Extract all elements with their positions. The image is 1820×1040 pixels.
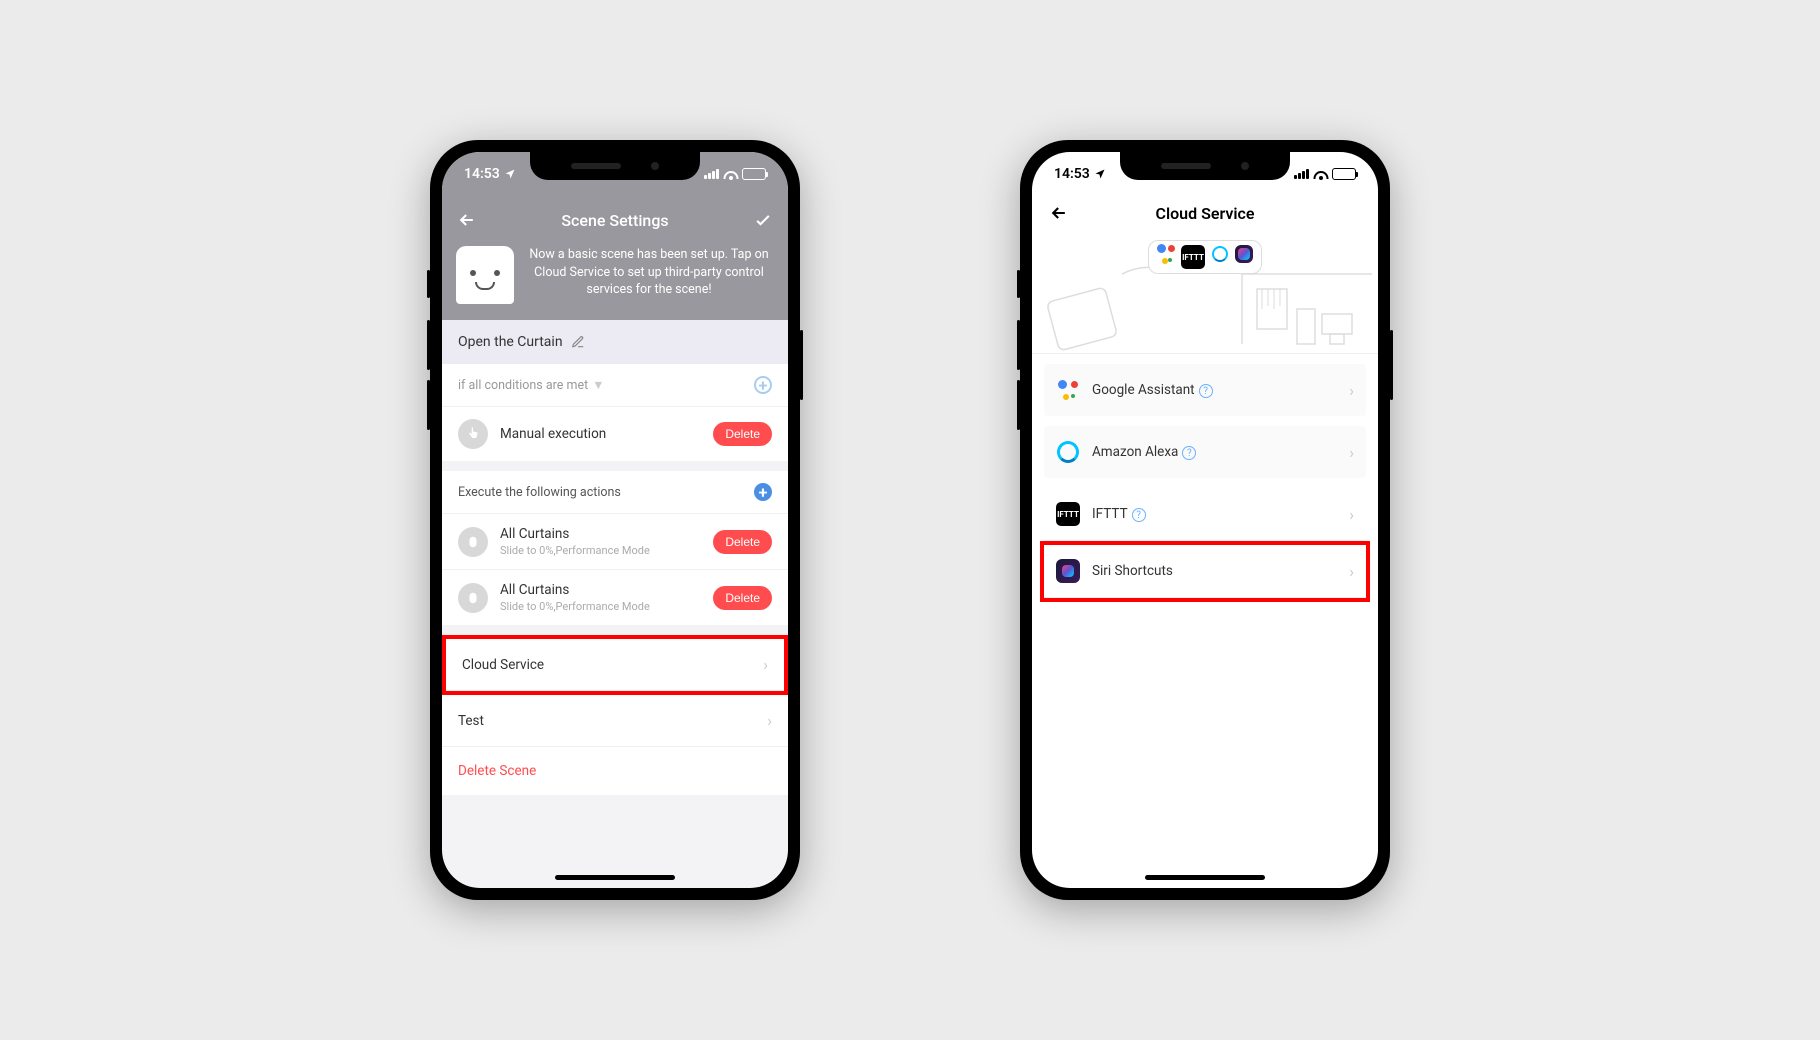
info-icon[interactable]: ? <box>1199 384 1213 398</box>
manual-execution-label: Manual execution <box>500 426 701 442</box>
service-label: Siri Shortcuts <box>1092 563 1173 579</box>
delete-scene-label: Delete Scene <box>458 763 536 779</box>
service-row-siri-shortcuts[interactable]: Siri Shortcuts › <box>1044 545 1366 598</box>
delete-condition-button[interactable]: Delete <box>713 422 772 446</box>
service-row-ifttt[interactable]: IFTTT IFTTT? › <box>1044 488 1366 541</box>
google-assistant-icon <box>1157 245 1175 263</box>
dropdown-icon[interactable]: ▼ <box>592 378 604 393</box>
test-row[interactable]: Test › <box>442 695 788 747</box>
tap-icon <box>458 419 488 449</box>
highlight-cloud-service: Cloud Service › <box>442 635 788 695</box>
wifi-icon <box>723 169 738 180</box>
alexa-icon <box>1056 440 1080 464</box>
screen-scene-settings: 14:53 Scene Settings <box>442 152 788 888</box>
actions-header: Execute the following actions + <box>442 471 788 514</box>
scene-name-row[interactable]: Open the Curtain <box>442 320 788 364</box>
ifttt-icon: IFTTT <box>1056 502 1080 526</box>
service-row-google-assistant[interactable]: Google Assistant? › <box>1044 364 1366 416</box>
battery-icon <box>1332 168 1356 180</box>
service-label: Google Assistant <box>1092 382 1195 398</box>
illustration-banner: IFTTT <box>1032 234 1378 354</box>
page-title: Scene Settings <box>561 211 668 230</box>
location-icon <box>504 168 516 180</box>
alexa-icon <box>1211 245 1229 263</box>
info-icon[interactable]: ? <box>1132 508 1146 522</box>
phone-frame-2: 14:53 Cloud Service IFTTT <box>1020 140 1390 900</box>
action-subtitle: Slide to 0%,Performance Mode <box>500 544 701 557</box>
cloud-service-row[interactable]: Cloud Service › <box>446 639 784 691</box>
service-label: Amazon Alexa <box>1092 444 1178 460</box>
curtain-icon <box>458 527 488 557</box>
curtain-icon <box>458 583 488 613</box>
actions-label: Execute the following actions <box>458 485 621 500</box>
google-assistant-icon <box>1056 378 1080 402</box>
phone-frame-1: 14:53 Scene Settings <box>430 140 800 900</box>
action-row[interactable]: All Curtains Slide to 0%,Performance Mod… <box>442 570 788 625</box>
action-subtitle: Slide to 0%,Performance Mode <box>500 600 701 613</box>
edit-icon[interactable] <box>571 335 585 349</box>
confirm-button[interactable] <box>752 209 774 231</box>
action-row[interactable]: All Curtains Slide to 0%,Performance Mod… <box>442 514 788 570</box>
chevron-right-icon: › <box>763 655 768 674</box>
chevron-right-icon: › <box>1349 443 1354 462</box>
battery-icon <box>742 168 766 180</box>
chevron-right-icon: › <box>1349 381 1354 400</box>
siri-icon <box>1235 245 1253 263</box>
service-label: IFTTT <box>1092 506 1128 522</box>
conditions-label: if all conditions are met <box>458 378 588 393</box>
signal-icon <box>704 169 719 179</box>
ifttt-icon: IFTTT <box>1181 245 1205 269</box>
conditions-header: if all conditions are met ▼ + <box>442 364 788 407</box>
chevron-right-icon: › <box>1349 505 1354 524</box>
highlight-siri-shortcuts: Siri Shortcuts › <box>1040 541 1370 602</box>
status-time: 14:53 <box>464 166 500 182</box>
back-button[interactable] <box>456 209 478 231</box>
screen-cloud-service: 14:53 Cloud Service IFTTT <box>1032 152 1378 888</box>
delete-scene-row[interactable]: Delete Scene <box>442 747 788 795</box>
status-time: 14:53 <box>1054 166 1090 182</box>
siri-icon <box>1056 559 1080 583</box>
location-icon <box>1094 168 1106 180</box>
signal-icon <box>1294 169 1309 179</box>
scene-name-label: Open the Curtain <box>458 334 563 350</box>
page-title: Cloud Service <box>1070 204 1340 223</box>
action-title: All Curtains <box>500 526 701 542</box>
robot-icon <box>456 246 514 304</box>
service-row-amazon-alexa[interactable]: Amazon Alexa? › <box>1044 426 1366 478</box>
action-title: All Curtains <box>500 582 701 598</box>
wifi-icon <box>1313 169 1328 180</box>
back-button[interactable] <box>1048 202 1070 224</box>
test-label: Test <box>458 713 484 729</box>
delete-action-button[interactable]: Delete <box>713 586 772 610</box>
delete-action-button[interactable]: Delete <box>713 530 772 554</box>
chevron-right-icon: › <box>1349 562 1354 581</box>
add-condition-button[interactable]: + <box>754 376 772 394</box>
info-icon[interactable]: ? <box>1182 446 1196 460</box>
condition-row-manual[interactable]: Manual execution Delete <box>442 407 788 461</box>
setup-description: Now a basic scene has been set up. Tap o… <box>524 246 774 304</box>
chevron-right-icon: › <box>767 711 772 730</box>
cloud-service-label: Cloud Service <box>462 657 544 673</box>
add-action-button[interactable]: + <box>754 483 772 501</box>
